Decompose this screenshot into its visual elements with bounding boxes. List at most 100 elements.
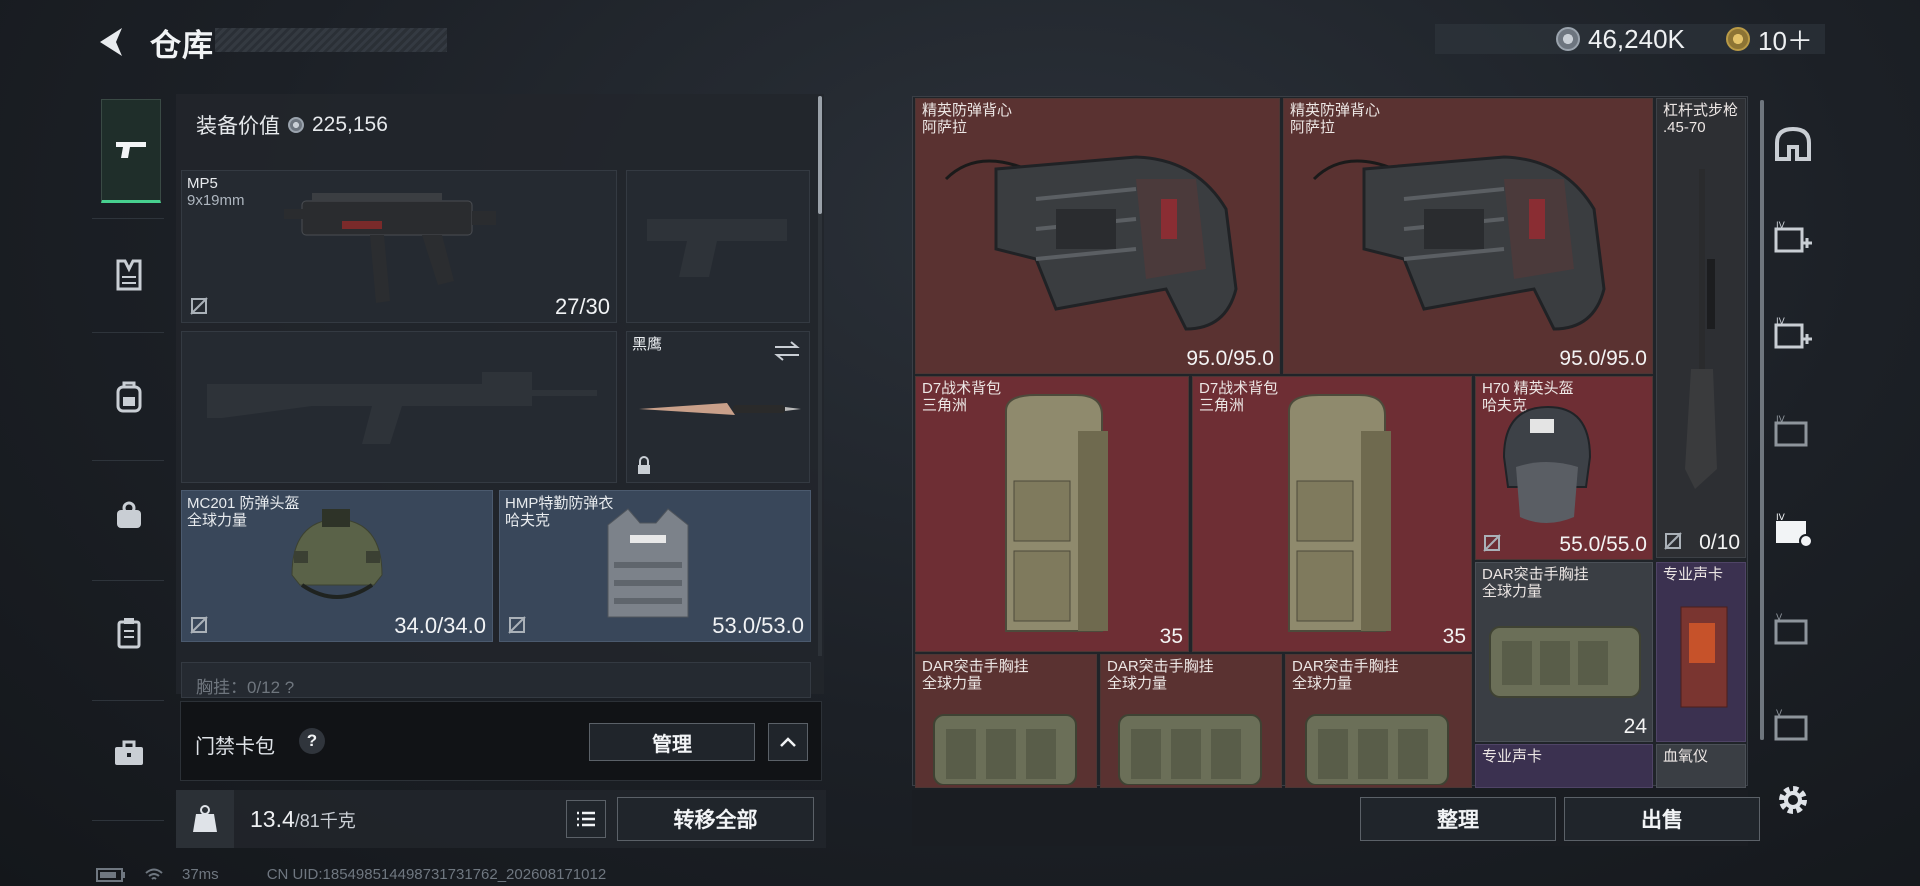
nav-pouch[interactable] [100, 604, 158, 662]
equipment-value-amount: 225,156 [312, 113, 388, 136]
item-brand: .45-70 [1663, 119, 1706, 136]
melee-name: 黑鹰 [632, 336, 663, 353]
case-tab-5[interactable]: V [1768, 606, 1818, 656]
item-brand: 全球力量 [1482, 583, 1543, 600]
collapse-button[interactable] [768, 723, 808, 761]
back-arrow-icon[interactable] [92, 22, 132, 62]
help-button[interactable]: ? [299, 728, 325, 754]
item-brand: 阿萨拉 [922, 119, 968, 136]
sort-button[interactable]: 整理 [1360, 797, 1556, 841]
item-brand: 阿萨拉 [1290, 119, 1336, 136]
svg-text:IV: IV [1776, 513, 1786, 523]
list-icon [577, 811, 595, 827]
premium-currency-display[interactable]: 10＋ [1726, 23, 1813, 56]
keycard-label: 门禁卡包 [195, 736, 275, 758]
chest-rig-image [933, 714, 1077, 785]
nav-weapons[interactable] [101, 99, 161, 203]
inventory-item[interactable]: DAR突击手胸挂 全球力量 [1100, 654, 1282, 788]
currency-display: 46,240K [1556, 23, 1685, 55]
chest-rig-label: 胸挂：0/12 ? [196, 678, 295, 697]
nav-armor[interactable] [100, 246, 158, 304]
backpack-image [1005, 394, 1108, 632]
case-icon: IV [1774, 415, 1808, 447]
inventory-item[interactable]: DAR突击手胸挂 全球力量 [915, 654, 1097, 788]
sell-button[interactable]: 出售 [1564, 797, 1760, 841]
item-name: D7战术背包 [1199, 380, 1279, 397]
status-bar: 37ms CN UID:18549851449873173​1762_20260… [96, 866, 606, 883]
left-nav [92, 90, 164, 830]
item-name: DAR突击手胸挂 [1482, 566, 1589, 583]
list-view-button[interactable] [566, 800, 606, 838]
scrollbar[interactable] [818, 96, 822, 214]
item-name: DAR突击手胸挂 [1292, 658, 1399, 675]
item-durability: 95.0/95.0 [1186, 347, 1274, 370]
elite-vest-image [944, 155, 1238, 331]
container-tab[interactable] [1768, 118, 1818, 168]
nav-backpack[interactable] [100, 368, 158, 426]
transfer-all-button[interactable]: 转移全部 [617, 797, 814, 841]
item-brand: 全球力量 [1292, 675, 1353, 692]
case-tab-1[interactable]: IV [1768, 214, 1818, 264]
ping: 37ms [182, 866, 219, 883]
inventory-item[interactable]: 血氧仪 [1656, 744, 1746, 788]
inventory-item[interactable]: 杠杆式步枪 .45-70 0/10 [1656, 98, 1746, 558]
weight-capacity: /81千克 [294, 811, 356, 831]
inventory-item[interactable]: DAR突击手胸挂 全球力量 [1285, 654, 1472, 788]
weight-icon-box [176, 790, 234, 848]
sidearm-slot[interactable] [626, 170, 810, 323]
inventory-item[interactable]: H70 精英头盔 哈夫克 55.0/55.0 [1475, 376, 1653, 560]
no-insure-icon [1664, 532, 1682, 550]
item-name: H70 精英头盔 [1482, 380, 1574, 397]
h70-helmet-image [1502, 405, 1592, 523]
swap-icon[interactable] [773, 340, 801, 362]
inventory-item[interactable]: 专业声卡 [1656, 562, 1746, 742]
vest-icon [116, 259, 142, 291]
battery-icon [96, 867, 125, 882]
helmet-durability: 34.0/34.0 [394, 613, 486, 638]
inventory-item[interactable]: 专业声卡 [1475, 744, 1653, 788]
silver-coin-icon [288, 117, 304, 133]
item-name: 专业声卡 [1663, 566, 1724, 583]
inventory-scrollbar[interactable] [1760, 100, 1764, 740]
inventory-item[interactable]: D7战术背包 三角洲 35 [915, 376, 1189, 652]
secondary-weapon-slot[interactable] [181, 331, 617, 483]
gold-coin-icon [1726, 27, 1750, 51]
bag-icon [117, 501, 141, 528]
mp5-image [284, 193, 496, 303]
inventory-item[interactable]: 精英防弹背心 阿萨拉 95.0/95.0 [915, 98, 1280, 374]
wifi-icon [145, 868, 163, 880]
item-name: 杠杆式步枪 [1663, 102, 1739, 119]
silver-coin-icon [1556, 27, 1580, 51]
case-tab-2[interactable]: IV [1768, 310, 1818, 360]
armor-brand: 哈夫克 [505, 512, 551, 529]
title-decoration [215, 28, 447, 52]
helmet-slot[interactable]: MC201 防弹头盔 全球力量 34.0/34.0 [181, 490, 493, 642]
case-active-icon: IV [1776, 513, 1813, 548]
case-tab-6[interactable]: V [1768, 702, 1818, 752]
primary-weapon-slot[interactable]: MP5 9x19mm 27/30 [181, 170, 617, 323]
item-durability: 55.0/55.0 [1559, 533, 1647, 556]
inventory-item[interactable]: D7战术背包 三角洲 35 [1192, 376, 1472, 652]
no-insure-icon [1483, 534, 1501, 552]
pistol-icon [116, 142, 146, 158]
armor-image [607, 508, 689, 618]
no-insure-icon [190, 297, 208, 315]
chest-rig-image [1489, 626, 1641, 698]
armor-slot[interactable]: HMP特勤防弹衣 哈夫克 53.0/53.0 [499, 490, 811, 642]
add-case-icon: IV [1774, 317, 1812, 349]
weight-value: 13.4 [250, 806, 295, 832]
case-icon: V [1774, 613, 1808, 645]
melee-slot[interactable]: 黑鹰 [626, 331, 810, 483]
inventory-item[interactable]: DAR突击手胸挂 全球力量 24 [1475, 562, 1653, 742]
case-tab-active[interactable]: IV [1768, 506, 1818, 556]
nav-bag[interactable] [100, 486, 158, 544]
knife-image [639, 403, 801, 415]
settings-button[interactable] [1775, 782, 1811, 818]
chest-rig-image [1118, 714, 1262, 785]
case-tab-3[interactable]: IV [1768, 408, 1818, 458]
manage-button[interactable]: 管理 [589, 723, 755, 761]
chest-rig-slot[interactable]: 胸挂：0/12 ? [181, 662, 811, 698]
inventory-item[interactable]: 精英防弹背心 阿萨拉 95.0/95.0 [1283, 98, 1653, 374]
nav-case[interactable] [100, 724, 158, 782]
keycard-panel: 门禁卡包 ? 管理 [180, 701, 822, 781]
